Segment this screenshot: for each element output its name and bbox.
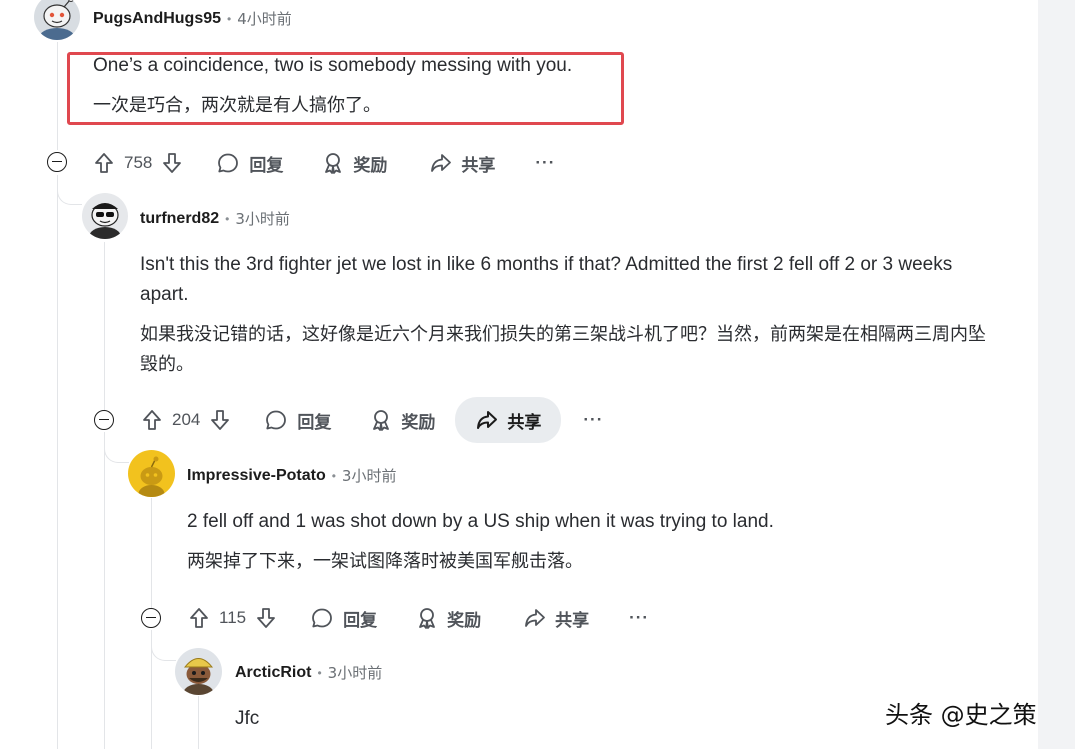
downvote-button[interactable] — [160, 151, 184, 175]
upvote-icon — [140, 408, 164, 432]
comment-body-zh: 一次是巧合，两次就是有人搞你了。 — [93, 95, 381, 116]
more-options-button[interactable]: ··· — [583, 410, 603, 430]
avatar[interactable] — [128, 450, 175, 497]
upvote-icon — [187, 606, 211, 630]
reply-label: 回复 — [343, 610, 378, 631]
upvote-button[interactable] — [92, 151, 116, 175]
vote-count: 204 — [172, 410, 201, 429]
comment-actions: 204 回复 奖励 共享 ··· — [140, 397, 603, 443]
ellipsis-icon: ··· — [535, 153, 556, 172]
author-link[interactable]: ArcticRiot — [235, 664, 311, 682]
upvote-icon — [92, 151, 116, 175]
thread-line[interactable] — [104, 242, 105, 410]
avatar[interactable] — [175, 648, 222, 695]
thread-line[interactable] — [57, 42, 58, 150]
avatar[interactable] — [82, 193, 128, 239]
snoo-avatar-icon — [138, 456, 165, 497]
comment-meta: ArcticRiot • 3小时前 — [235, 662, 382, 683]
comment-body-en: Isn't this the 3rd fighter jet we lost i… — [140, 254, 953, 305]
comment-meta: PugsAndHugs95 • 4小时前 — [93, 8, 292, 29]
reply-label: 回复 — [249, 155, 284, 176]
timestamp[interactable]: 3小时前 — [342, 465, 397, 486]
avatar[interactable] — [34, 0, 80, 40]
author-link[interactable]: PugsAndHugs95 — [93, 10, 221, 28]
timestamp[interactable]: 3小时前 — [235, 208, 290, 229]
timestamp[interactable]: 4小时前 — [237, 8, 292, 29]
thread-line[interactable] — [198, 696, 199, 749]
collapse-thread-button[interactable] — [141, 608, 161, 628]
award-label: 奖励 — [401, 412, 436, 433]
comment-body-en: One’s a coincidence, two is somebody mes… — [93, 55, 573, 76]
thread-connector — [151, 630, 176, 661]
share-icon — [475, 408, 499, 432]
downvote-icon — [254, 606, 278, 630]
reply-button[interactable]: 回复 — [264, 408, 331, 433]
comment-meta: turfnerd82 • 3小时前 — [140, 208, 290, 229]
award-icon — [415, 606, 439, 630]
share-icon — [523, 606, 547, 630]
share-label: 共享 — [461, 155, 496, 176]
thread-connector — [57, 176, 82, 205]
snoo-avatar-icon — [183, 658, 214, 695]
comment-body-zh: 如果我没记错的话，这好像是近六个月来我们损失的第三架战斗机了吧？当然，前两架是在… — [140, 324, 986, 375]
reply-icon — [216, 151, 240, 175]
downvote-icon — [160, 151, 184, 175]
downvote-button[interactable] — [208, 408, 232, 432]
comment-actions: 115 回复 奖励 共享 ··· — [187, 603, 649, 633]
award-label: 奖励 — [353, 155, 388, 176]
downvote-icon — [208, 408, 232, 432]
thread-connector — [104, 432, 129, 463]
reply-icon — [264, 408, 288, 432]
comment-body-en: 2 fell off and 1 was shot down by a US s… — [187, 511, 774, 532]
separator-dot: • — [317, 665, 322, 680]
thread-line[interactable] — [151, 498, 152, 608]
collapse-thread-button[interactable] — [94, 410, 114, 430]
comment-actions: 758 回复 奖励 共享 ··· — [92, 148, 555, 178]
watermark: 头条 @史之策 — [885, 701, 1037, 729]
author-link[interactable]: Impressive-Potato — [187, 467, 326, 485]
timestamp[interactable]: 3小时前 — [328, 662, 383, 683]
thread-line[interactable] — [104, 432, 105, 749]
share-label: 共享 — [507, 412, 542, 433]
comment-body-zh: 两架掉了下来，一架试图降落时被美国军舰击落。 — [187, 551, 583, 572]
more-options-button[interactable]: ··· — [535, 153, 555, 173]
comment-body-en: Jfc — [235, 708, 260, 729]
ellipsis-icon: ··· — [629, 608, 650, 627]
award-icon — [321, 151, 345, 175]
ellipsis-icon: ··· — [583, 410, 604, 429]
award-icon — [369, 408, 393, 432]
reply-icon — [310, 606, 334, 630]
separator-dot: • — [227, 11, 232, 26]
upvote-button[interactable] — [140, 408, 164, 432]
share-icon — [429, 151, 453, 175]
downvote-button[interactable] — [254, 606, 278, 630]
author-link[interactable]: turfnerd82 — [140, 210, 219, 228]
more-options-button[interactable]: ··· — [629, 608, 649, 628]
share-button[interactable]: 共享 — [429, 151, 495, 176]
award-label: 奖励 — [447, 610, 482, 631]
share-button[interactable]: 共享 — [523, 606, 589, 631]
reply-label: 回复 — [297, 412, 332, 433]
separator-dot: • — [331, 468, 336, 483]
share-label: 共享 — [555, 610, 590, 631]
upvote-button[interactable] — [187, 606, 211, 630]
separator-dot: • — [225, 211, 230, 226]
vote-count: 758 — [124, 153, 153, 172]
reply-button[interactable]: 回复 — [216, 151, 283, 176]
award-button[interactable]: 奖励 — [321, 151, 387, 176]
award-button[interactable]: 奖励 — [415, 606, 481, 631]
reply-button[interactable]: 回复 — [310, 606, 377, 631]
share-button[interactable]: 共享 — [455, 397, 562, 443]
scrollbar-track[interactable] — [1038, 0, 1075, 749]
award-button[interactable]: 奖励 — [369, 408, 435, 433]
thread-line[interactable] — [57, 175, 58, 749]
collapse-thread-button[interactable] — [47, 152, 67, 172]
snoo-avatar-icon — [89, 203, 121, 239]
vote-count: 115 — [219, 608, 247, 627]
comment-meta: Impressive-Potato • 3小时前 — [187, 465, 396, 486]
snoo-avatar-icon — [39, 0, 75, 40]
